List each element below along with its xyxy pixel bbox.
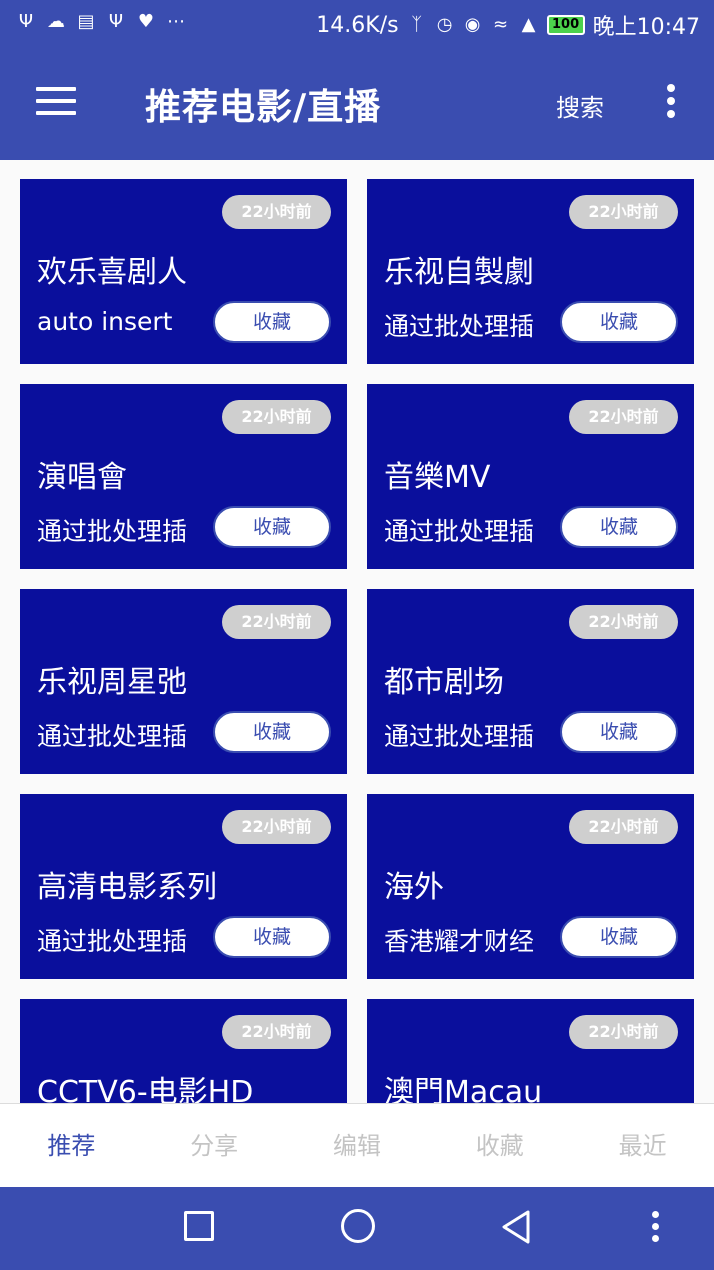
clipboard-icon: ▤	[77, 11, 95, 32]
status-bar: Ψ ☁ ▤ Ψ ♥ ⋯ 14.6K/s ᛉ ◷ ◉ ≈ ▲ 100 晚上10:4…	[0, 0, 714, 50]
back-button[interactable]	[500, 1209, 532, 1245]
channel-card[interactable]: 22小时前都市剧场通过批处理插 收藏	[367, 589, 694, 774]
search-button[interactable]: 搜索	[556, 88, 604, 123]
card-title: 演唱會	[37, 460, 127, 495]
usb-icon: Ψ	[18, 11, 34, 32]
time-badge: 22小时前	[569, 605, 678, 639]
page-title: 推荐电影/直播	[145, 87, 382, 128]
card-title: 欢乐喜剧人	[37, 255, 187, 290]
bluetooth-icon: ᛉ	[411, 14, 422, 35]
nav-more-icon[interactable]	[650, 1211, 660, 1247]
system-nav-bar	[0, 1187, 714, 1270]
channel-grid: 22小时前 欢乐喜剧人 auto insert 收藏 22小时前 乐视自製劇 通过批处理插收…	[20, 179, 694, 1103]
tab-1[interactable]: 分享	[143, 1104, 286, 1187]
channel-list[interactable]: 22小时前 欢乐喜剧人 auto insert 收藏 22小时前 乐视自製劇 通过批处理插收…	[0, 160, 714, 1103]
app-bar: 推荐电影/直播 搜索	[0, 50, 714, 160]
card-title: 都市剧场	[384, 665, 504, 700]
usb-debug-icon: Ψ	[108, 11, 124, 32]
favorite-button[interactable]: 收藏	[560, 711, 678, 753]
favorite-button[interactable]: 收藏	[213, 506, 331, 548]
card-title: 高清电影系列	[37, 870, 217, 905]
favorite-button[interactable]: 收藏	[213, 916, 331, 958]
favorite-button[interactable]: 收藏	[560, 506, 678, 548]
eye-icon: ◉	[464, 14, 481, 35]
channel-card[interactable]: 22小时前音樂MV 通过批处理插 收藏	[367, 384, 694, 569]
favorite-button[interactable]: 收藏	[213, 711, 331, 753]
channel-card[interactable]: 22小时前 CCTV6-电影HD	[20, 999, 347, 1103]
time-badge: 22小时前	[569, 1015, 678, 1049]
card-subtitle: 通过批处理插	[37, 722, 188, 751]
time-badge: 22小时前	[569, 195, 678, 229]
card-subtitle: 通过批处理插	[384, 517, 535, 546]
battery-icon: 100	[546, 15, 585, 35]
card-subtitle: 通过批处理插	[37, 517, 188, 546]
card-title: 音樂MV	[384, 460, 491, 495]
tab-3[interactable]: 收藏	[428, 1104, 571, 1187]
card-title: CCTV6-电影HD	[37, 1075, 254, 1103]
channel-card[interactable]: 22小时前欢乐喜剧人 auto insert 收藏	[20, 179, 347, 364]
more-options-icon[interactable]	[664, 84, 678, 124]
wifi-icon: ≈	[493, 14, 509, 35]
tab-0[interactable]: 推荐	[0, 1104, 143, 1187]
favorite-button[interactable]: 收藏	[213, 301, 331, 343]
health-icon: ♥	[137, 11, 155, 32]
system-status: 14.6K/s ᛉ ◷ ◉ ≈ ▲ 100 晚上10:47	[316, 9, 700, 41]
channel-card[interactable]: 22小时前演唱會通过批处理插 收藏	[20, 384, 347, 569]
channel-card[interactable]: 22小时前海外香港耀才财经 收藏	[367, 794, 694, 979]
channel-card[interactable]: 22小时前 高清电影系列通过批处理插 收藏	[20, 794, 347, 979]
time-badge: 22小时前	[222, 400, 331, 434]
favorite-button[interactable]: 收藏	[560, 916, 678, 958]
network-speed: 14.6K/s	[316, 12, 399, 38]
recents-button[interactable]	[184, 1211, 214, 1241]
card-title: 乐视自製劇	[384, 255, 534, 290]
card-title: 海外	[384, 870, 444, 905]
time-badge: 22小时前	[222, 810, 331, 844]
card-subtitle: 通过批处理插	[384, 312, 535, 341]
bottom-tab-bar: 推荐 分享 编辑 收藏 最近	[0, 1103, 714, 1187]
time-badge: 22小时前	[222, 605, 331, 639]
menu-icon[interactable]	[36, 87, 76, 119]
time-badge: 22小时前	[569, 400, 678, 434]
channel-card[interactable]: 22小时前乐视自製劇通过批处理插 收藏	[367, 179, 694, 364]
clock: 晚上10:47	[592, 15, 700, 40]
card-title: 乐视周星弛	[37, 665, 187, 700]
tab-4[interactable]: 最近	[571, 1104, 714, 1187]
weather-icon: ☁	[47, 11, 65, 32]
card-subtitle: 香港耀才财经	[384, 927, 535, 956]
time-badge: 22小时前	[569, 810, 678, 844]
channel-card[interactable]: 22小时前乐视周星弛通过批处理插 收藏	[20, 589, 347, 774]
card-title: 澳門Macau	[384, 1075, 543, 1103]
card-subtitle: auto insert	[37, 307, 173, 336]
card-subtitle: 通过批处理插	[384, 722, 535, 751]
card-subtitle: 通过批处理插	[37, 927, 188, 956]
tab-2[interactable]: 编辑	[286, 1104, 429, 1187]
overflow-icon: ⋯	[167, 11, 185, 32]
alarm-icon: ◷	[436, 14, 453, 35]
notification-icons: Ψ ☁ ▤ Ψ ♥ ⋯	[16, 10, 186, 34]
signal-icon: ▲	[521, 14, 536, 35]
channel-card[interactable]: 22小时前 澳門Macau	[367, 999, 694, 1103]
favorite-button[interactable]: 收藏	[560, 301, 678, 343]
time-badge: 22小时前	[222, 195, 331, 229]
home-button[interactable]	[341, 1209, 375, 1243]
time-badge: 22小时前	[222, 1015, 331, 1049]
